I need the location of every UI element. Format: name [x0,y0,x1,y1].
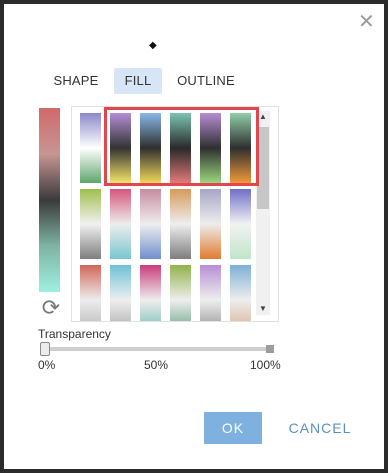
gradient-swatch[interactable] [230,189,251,259]
gradient-swatch[interactable] [140,265,161,321]
refresh-icon[interactable]: ⟳ [39,296,63,320]
gradient-swatch[interactable] [80,189,101,259]
gradient-grid [71,106,279,322]
current-color-strip [39,108,60,292]
transparency-slider-end [266,345,274,353]
close-icon[interactable]: ✕ [358,12,375,32]
ok-button[interactable]: OK [204,412,262,444]
gradient-swatch[interactable] [170,189,191,259]
tab-shape[interactable]: SHAPE [50,68,102,94]
tab-outline[interactable]: OUTLINE [172,68,240,94]
gradient-swatch[interactable] [110,113,131,183]
transparency-label: Transparency [38,327,111,341]
tick-50: 50% [144,358,169,372]
gradient-swatch[interactable] [110,265,131,321]
scroll-up-icon[interactable]: ▲ [256,111,270,123]
gradient-swatch[interactable] [80,265,101,321]
scroll-down-icon[interactable]: ▼ [256,303,270,315]
style-dialog: ✕ ◆ SHAPE FILL OUTLINE ⟳ ▲ ▼ Transparenc… [4,4,384,469]
gradient-swatch[interactable] [140,113,161,183]
tab-fill[interactable]: FILL [114,68,162,94]
gradient-swatch[interactable] [200,189,221,259]
cancel-button[interactable]: CANCEL [284,412,356,444]
tick-0: 0% [38,358,56,372]
diamond-icon: ◆ [149,40,157,51]
scrollbar[interactable]: ▲ ▼ [256,111,270,315]
gradient-swatch[interactable] [140,189,161,259]
gradient-swatch[interactable] [200,265,221,321]
gradient-swatch[interactable] [200,113,221,183]
gradient-swatch[interactable] [170,113,191,183]
tick-100: 100% [250,358,281,372]
transparency-slider-track[interactable] [44,347,272,351]
gradient-swatch[interactable] [110,189,131,259]
scroll-thumb[interactable] [257,127,269,209]
gradient-swatch[interactable] [80,113,101,183]
gradient-swatch[interactable] [230,265,251,321]
gradient-swatch[interactable] [170,265,191,321]
transparency-slider-thumb[interactable] [40,342,50,356]
gradient-swatch[interactable] [230,113,251,183]
